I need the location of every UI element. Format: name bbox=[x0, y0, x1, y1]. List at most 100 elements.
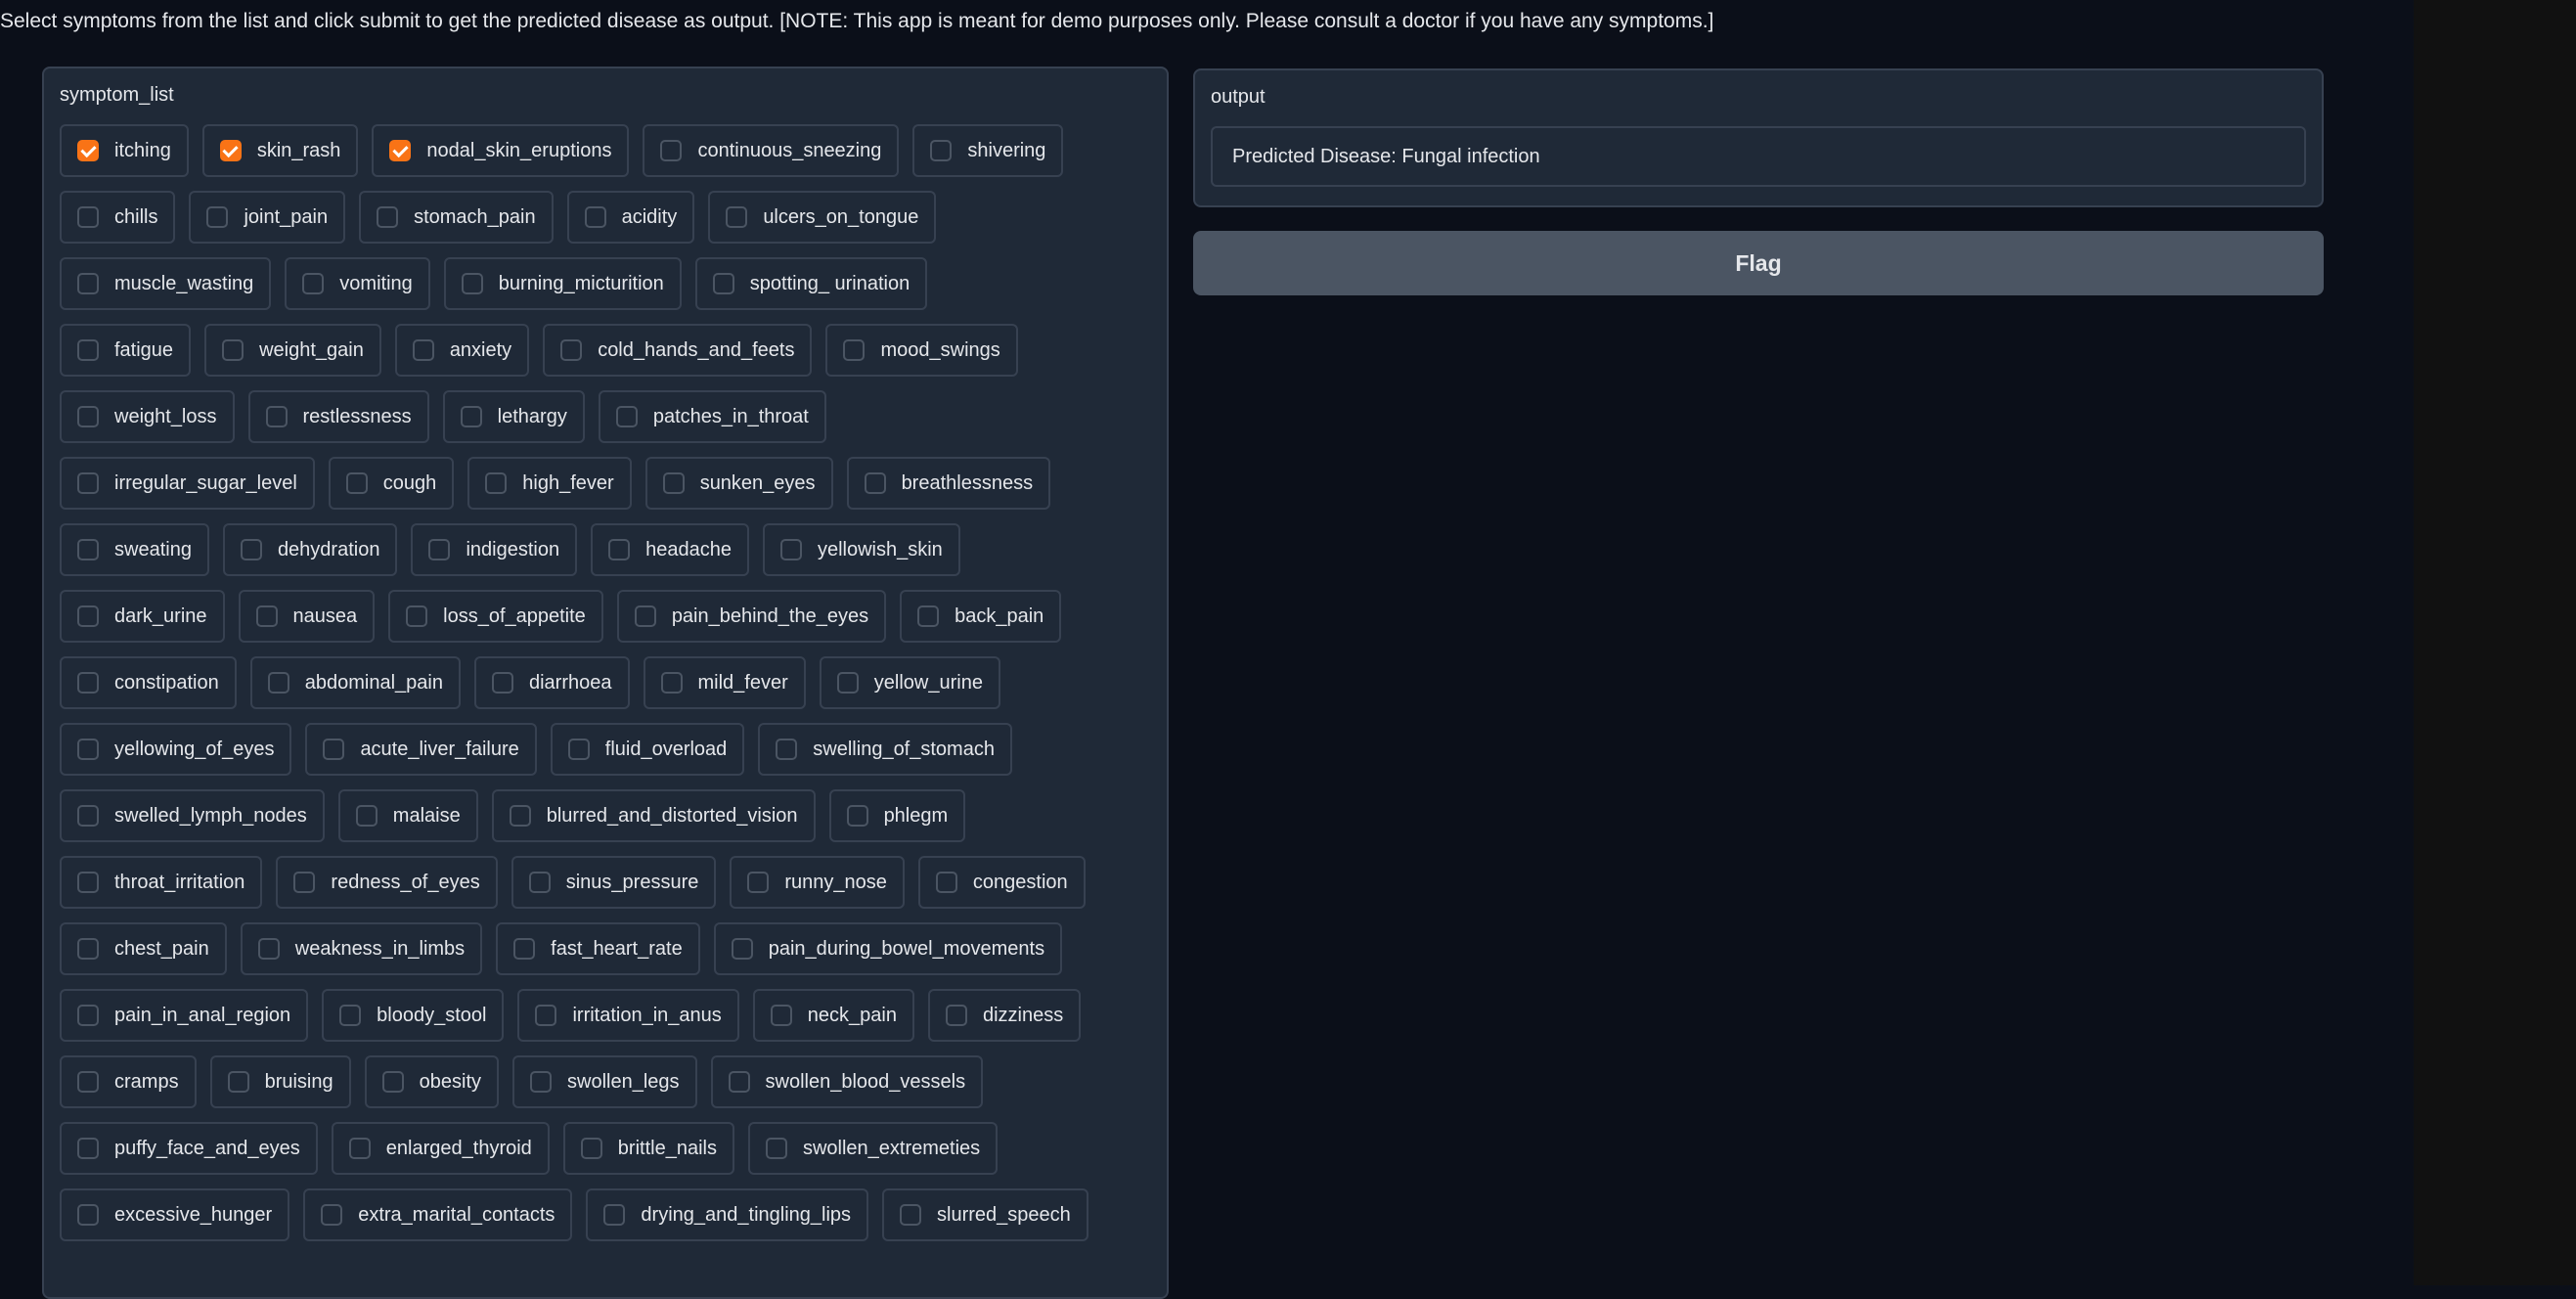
checkbox-unchecked-icon[interactable] bbox=[77, 1071, 99, 1093]
symptom-option[interactable]: high_fever bbox=[467, 457, 632, 510]
symptom-option[interactable]: spotting_ urination bbox=[694, 257, 928, 310]
symptom-option[interactable]: puffy_face_and_eyes bbox=[60, 1122, 318, 1175]
symptom-option[interactable]: sweating bbox=[60, 523, 209, 576]
symptom-option[interactable]: bruising bbox=[209, 1055, 351, 1108]
symptom-option[interactable]: mood_swings bbox=[825, 324, 1018, 377]
symptom-option[interactable]: redness_of_eyes bbox=[276, 856, 498, 909]
checkbox-unchecked-icon[interactable] bbox=[77, 206, 99, 228]
checkbox-unchecked-icon[interactable] bbox=[77, 1204, 99, 1226]
checkbox-unchecked-icon[interactable] bbox=[293, 872, 316, 893]
symptom-option[interactable]: joint_pain bbox=[189, 191, 346, 244]
checkbox-unchecked-icon[interactable] bbox=[206, 206, 229, 228]
symptom-option[interactable]: itching bbox=[60, 124, 189, 177]
symptom-option[interactable]: fast_heart_rate bbox=[496, 922, 700, 975]
symptom-option[interactable]: headache bbox=[591, 523, 749, 576]
symptom-option[interactable]: brittle_nails bbox=[562, 1122, 734, 1175]
checkbox-unchecked-icon[interactable] bbox=[770, 1005, 792, 1026]
symptom-option[interactable]: cough bbox=[328, 457, 455, 510]
checkbox-unchecked-icon[interactable] bbox=[77, 539, 99, 560]
symptom-option[interactable]: back_pain bbox=[900, 590, 1062, 643]
symptom-option[interactable]: phlegm bbox=[828, 789, 966, 842]
symptom-option[interactable]: yellowish_skin bbox=[762, 523, 960, 576]
checkbox-unchecked-icon[interactable] bbox=[77, 472, 99, 494]
symptom-option[interactable]: dehydration bbox=[222, 523, 398, 576]
checkbox-unchecked-icon[interactable] bbox=[935, 872, 957, 893]
symptom-option[interactable]: blurred_and_distorted_vision bbox=[491, 789, 816, 842]
symptom-option[interactable]: breathlessness bbox=[846, 457, 1051, 510]
checkbox-unchecked-icon[interactable] bbox=[321, 1204, 343, 1226]
symptom-option[interactable]: stomach_pain bbox=[359, 191, 554, 244]
checkbox-unchecked-icon[interactable] bbox=[460, 406, 482, 427]
symptom-option[interactable]: shivering bbox=[912, 124, 1064, 177]
symptom-option[interactable]: irritation_in_anus bbox=[517, 989, 739, 1042]
symptom-option[interactable]: drying_and_tingling_lips bbox=[586, 1188, 869, 1241]
checkbox-unchecked-icon[interactable] bbox=[77, 938, 99, 960]
checkbox-unchecked-icon[interactable] bbox=[660, 672, 683, 694]
symptom-option[interactable]: chills bbox=[60, 191, 176, 244]
checkbox-unchecked-icon[interactable] bbox=[530, 1071, 552, 1093]
symptom-option[interactable]: sunken_eyes bbox=[644, 457, 833, 510]
symptom-option[interactable]: yellowing_of_eyes bbox=[60, 723, 292, 776]
symptom-option[interactable]: throat_irritation bbox=[60, 856, 263, 909]
checkbox-unchecked-icon[interactable] bbox=[77, 273, 99, 294]
symptom-option[interactable]: patches_in_throat bbox=[598, 390, 826, 443]
symptom-option[interactable]: extra_marital_contacts bbox=[303, 1188, 573, 1241]
symptom-option[interactable]: swelled_lymph_nodes bbox=[60, 789, 325, 842]
symptom-option[interactable]: skin_rash bbox=[201, 124, 359, 177]
checkbox-unchecked-icon[interactable] bbox=[712, 273, 734, 294]
checkbox-unchecked-icon[interactable] bbox=[584, 206, 606, 228]
checkbox-unchecked-icon[interactable] bbox=[731, 938, 753, 960]
output-textbox[interactable]: Predicted Disease: Fungal infection bbox=[1211, 126, 2306, 187]
checkbox-unchecked-icon[interactable] bbox=[323, 739, 345, 760]
checkbox-unchecked-icon[interactable] bbox=[345, 472, 368, 494]
symptom-option[interactable]: weight_loss bbox=[60, 390, 235, 443]
checkbox-unchecked-icon[interactable] bbox=[485, 472, 508, 494]
checkbox-unchecked-icon[interactable] bbox=[77, 339, 99, 361]
checkbox-unchecked-icon[interactable] bbox=[945, 1005, 967, 1026]
checkbox-unchecked-icon[interactable] bbox=[461, 273, 483, 294]
symptom-option[interactable]: pain_behind_the_eyes bbox=[616, 590, 887, 643]
checkbox-unchecked-icon[interactable] bbox=[227, 1071, 249, 1093]
symptom-option[interactable]: cold_hands_and_feets bbox=[543, 324, 813, 377]
symptom-option[interactable]: excessive_hunger bbox=[60, 1188, 290, 1241]
checkbox-unchecked-icon[interactable] bbox=[77, 605, 99, 627]
symptom-option[interactable]: malaise bbox=[337, 789, 478, 842]
checkbox-unchecked-icon[interactable] bbox=[765, 1138, 787, 1159]
flag-button[interactable]: Flag bbox=[1193, 231, 2324, 295]
symptom-option[interactable]: abdominal_pain bbox=[249, 656, 461, 709]
symptom-option[interactable]: nausea bbox=[238, 590, 376, 643]
symptom-option[interactable]: yellow_urine bbox=[819, 656, 1000, 709]
symptom-option[interactable]: pain_during_bowel_movements bbox=[713, 922, 1063, 975]
checkbox-unchecked-icon[interactable] bbox=[509, 805, 531, 827]
checkbox-unchecked-icon[interactable] bbox=[77, 1005, 99, 1026]
symptom-option[interactable]: pain_in_anal_region bbox=[60, 989, 309, 1042]
checkbox-unchecked-icon[interactable] bbox=[634, 605, 656, 627]
checkbox-unchecked-icon[interactable] bbox=[257, 938, 280, 960]
checkbox-unchecked-icon[interactable] bbox=[843, 339, 866, 361]
checkbox-unchecked-icon[interactable] bbox=[580, 1138, 602, 1159]
checkbox-unchecked-icon[interactable] bbox=[412, 339, 434, 361]
symptom-option[interactable]: irregular_sugar_level bbox=[60, 457, 315, 510]
symptom-option[interactable]: congestion bbox=[917, 856, 1086, 909]
checkbox-unchecked-icon[interactable] bbox=[77, 406, 99, 427]
checkbox-unchecked-icon[interactable] bbox=[265, 406, 288, 427]
checkbox-unchecked-icon[interactable] bbox=[728, 1071, 750, 1093]
checkbox-unchecked-icon[interactable] bbox=[428, 539, 451, 560]
checkbox-unchecked-icon[interactable] bbox=[302, 273, 325, 294]
checkbox-unchecked-icon[interactable] bbox=[255, 605, 278, 627]
symptom-option[interactable]: enlarged_thyroid bbox=[331, 1122, 550, 1175]
checkbox-checked-icon[interactable] bbox=[389, 140, 412, 161]
checkbox-unchecked-icon[interactable] bbox=[77, 805, 99, 827]
checkbox-unchecked-icon[interactable] bbox=[240, 539, 262, 560]
symptom-option[interactable]: fluid_overload bbox=[550, 723, 745, 776]
checkbox-unchecked-icon[interactable] bbox=[77, 739, 99, 760]
symptom-option[interactable]: bloody_stool bbox=[322, 989, 505, 1042]
checkbox-unchecked-icon[interactable] bbox=[662, 472, 685, 494]
symptom-option[interactable]: cramps bbox=[60, 1055, 197, 1108]
checkbox-unchecked-icon[interactable] bbox=[528, 872, 551, 893]
symptom-option[interactable]: acidity bbox=[566, 191, 695, 244]
symptom-option[interactable]: burning_micturition bbox=[443, 257, 682, 310]
checkbox-unchecked-icon[interactable] bbox=[917, 605, 940, 627]
symptom-option[interactable]: runny_nose bbox=[730, 856, 905, 909]
checkbox-unchecked-icon[interactable] bbox=[864, 472, 886, 494]
